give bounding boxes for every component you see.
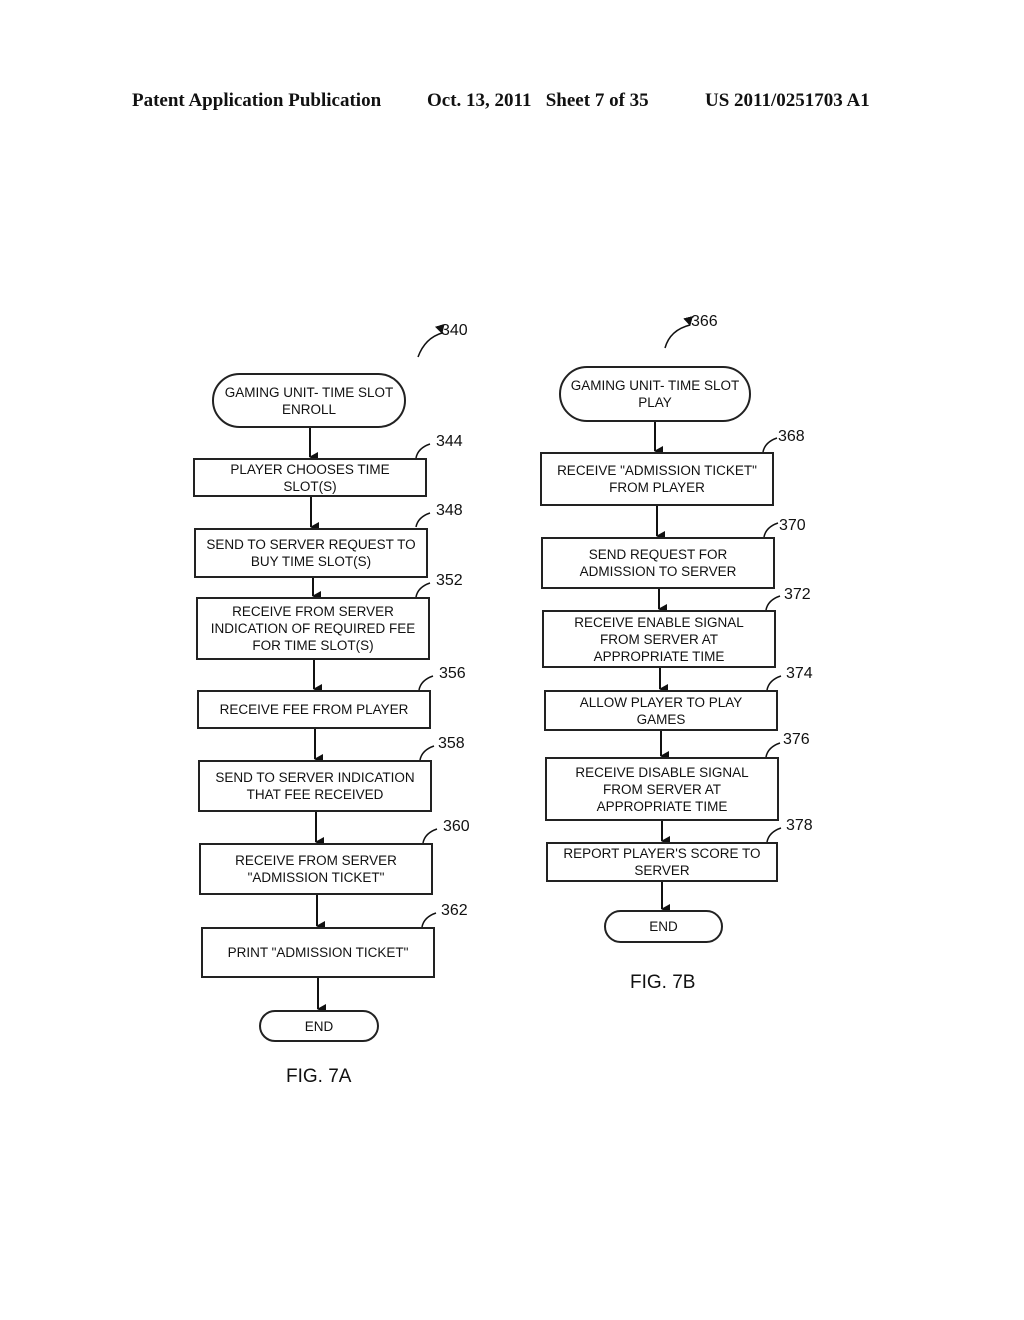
- fig7a-caption: FIG. 7A: [286, 1066, 352, 1087]
- ref-356: 356: [439, 665, 466, 682]
- fig7a-step-358: SEND TO SERVER INDICATION THAT FEE RECEI…: [198, 760, 432, 812]
- reference-leader-line: [765, 742, 781, 758]
- fig7b-step-372: RECEIVE ENABLE SIGNAL FROM SERVER AT APP…: [542, 610, 776, 668]
- ref-376: 376: [783, 731, 810, 748]
- ref-348: 348: [436, 502, 463, 519]
- ref-372: 372: [784, 586, 811, 603]
- ref-374: 374: [786, 665, 813, 682]
- fig7a-step-360: RECEIVE FROM SERVER "ADMISSION TICKET": [199, 843, 433, 895]
- reference-leader-line: [766, 675, 782, 691]
- ref-340: 340: [441, 322, 468, 339]
- ref-352: 352: [436, 572, 463, 589]
- reference-leader-line: [765, 595, 781, 611]
- ref-368: 368: [778, 428, 805, 445]
- ref-362: 362: [441, 902, 468, 919]
- fig7a-step-352: RECEIVE FROM SERVER INDICATION OF REQUIR…: [196, 597, 430, 660]
- flowchart-connectors: [309, 316, 782, 1014]
- reference-leader-line: [419, 745, 435, 761]
- ref-370: 370: [779, 517, 806, 534]
- fig7a-step-344: PLAYER CHOOSES TIME SLOT(S): [193, 458, 427, 497]
- fig7b-start-terminal: GAMING UNIT- TIME SLOT PLAY: [559, 366, 751, 422]
- fig7a-step-356: RECEIVE FEE FROM PLAYER: [197, 690, 431, 729]
- reference-leader-line: [415, 512, 431, 528]
- reference-leader-line: [763, 522, 779, 538]
- date-sheet-label: Oct. 13, 2011 Sheet 7 of 35: [427, 90, 649, 111]
- figure-pointer-arrow: [664, 316, 693, 349]
- reference-leader-line: [421, 912, 437, 928]
- fig7b-caption: FIG. 7B: [630, 972, 696, 993]
- reference-leader-line: [415, 443, 431, 459]
- fig7b-step-374: ALLOW PLAYER TO PLAY GAMES: [544, 690, 778, 731]
- ref-360: 360: [443, 818, 470, 835]
- reference-leader-line: [762, 437, 778, 453]
- fig7a-step-362: PRINT "ADMISSION TICKET": [201, 927, 435, 978]
- figure-pointer-arrow: [417, 323, 445, 358]
- fig7a-start-terminal: GAMING UNIT- TIME SLOT ENROLL: [212, 373, 406, 428]
- fig7a-end-terminal: END: [259, 1010, 379, 1042]
- ref-358: 358: [438, 735, 465, 752]
- fig7b-step-368: RECEIVE "ADMISSION TICKET" FROM PLAYER: [540, 452, 774, 506]
- fig7b-step-376: RECEIVE DISABLE SIGNAL FROM SERVER AT AP…: [545, 757, 779, 821]
- reference-leader-line: [415, 582, 431, 598]
- ref-366: 366: [691, 313, 718, 330]
- fig7a-step-348: SEND TO SERVER REQUEST TO BUY TIME SLOT(…: [194, 528, 428, 578]
- patent-number: US 2011/0251703 A1: [705, 90, 870, 111]
- fig7b-end-terminal: END: [604, 910, 723, 943]
- reference-leader-line: [766, 827, 782, 843]
- ref-344: 344: [436, 433, 463, 450]
- fig7b-step-378: REPORT PLAYER'S SCORE TO SERVER: [546, 842, 778, 882]
- publication-label: Patent Application Publication: [132, 90, 382, 111]
- fig7b-step-370: SEND REQUEST FOR ADMISSION TO SERVER: [541, 537, 775, 589]
- reference-leader-line: [418, 675, 434, 691]
- ref-378: 378: [786, 817, 813, 834]
- reference-leader-line: [422, 828, 438, 844]
